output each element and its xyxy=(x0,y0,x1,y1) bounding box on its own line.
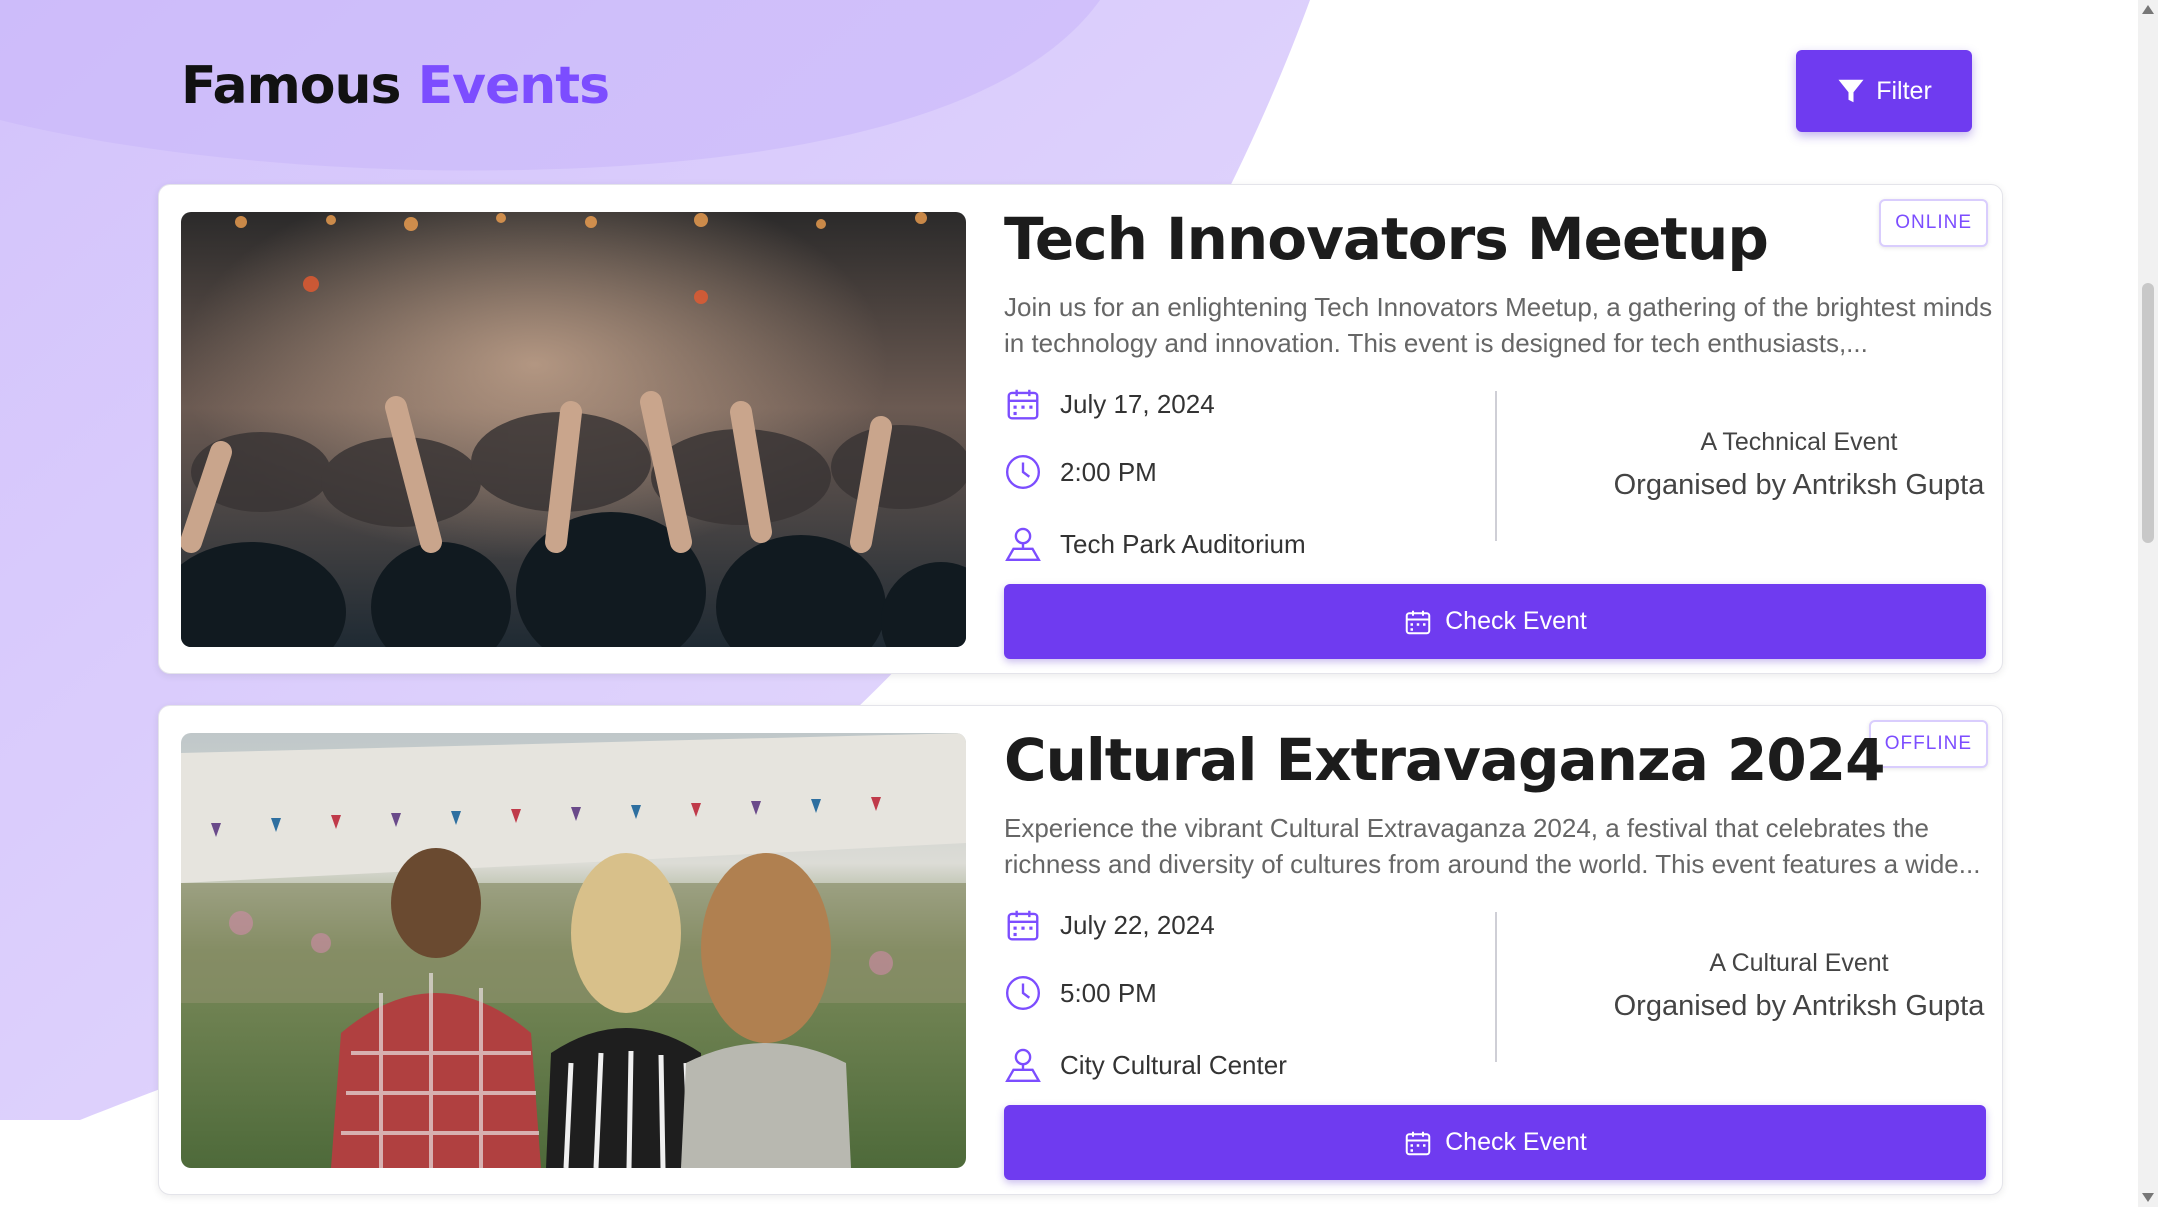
clock-icon xyxy=(1004,974,1042,1012)
location-pin-icon xyxy=(1004,525,1042,563)
filter-button-label: Filter xyxy=(1876,76,1932,105)
check-event-button[interactable]: Check Event xyxy=(1004,584,1986,659)
scrollbar-thumb[interactable] xyxy=(2142,283,2154,543)
filter-icon xyxy=(1838,79,1864,103)
event-venue: City Cultural Center xyxy=(1060,1049,1287,1080)
event-time-row: 2:00 PM xyxy=(1004,453,1157,491)
event-organiser: Organised by Antriksh Gupta xyxy=(1613,990,1985,1022)
event-image-festival[interactable] xyxy=(181,733,966,1168)
scroll-down-arrow-icon[interactable] xyxy=(2142,1193,2154,1202)
event-card: ONLINE Tech Innovators Meetup Join us fo… xyxy=(158,184,2003,674)
page-title-accent: Events xyxy=(417,56,611,116)
festival-crowd-photo xyxy=(181,733,966,1168)
filter-button[interactable]: Filter xyxy=(1796,50,1972,132)
event-image-concert[interactable] xyxy=(181,212,966,647)
event-venue-row: City Cultural Center xyxy=(1004,1046,1287,1084)
vertical-scrollbar[interactable] xyxy=(2138,0,2158,1207)
check-event-button[interactable]: Check Event xyxy=(1004,1105,1986,1180)
event-card: OFFLINE Cultural Extravaganza 2024 Exper… xyxy=(158,705,2003,1195)
check-event-label: Check Event xyxy=(1445,1128,1587,1156)
event-time-row: 5:00 PM xyxy=(1004,974,1157,1012)
event-date: July 17, 2024 xyxy=(1060,388,1215,419)
event-date-row: July 22, 2024 xyxy=(1004,906,1215,944)
location-pin-icon xyxy=(1004,1046,1042,1084)
event-description: Experience the vibrant Cultural Extravag… xyxy=(1004,813,1981,879)
event-title[interactable]: Cultural Extravaganza 2024 xyxy=(1004,726,1885,794)
event-description: Join us for an enlightening Tech Innovat… xyxy=(1004,292,1993,358)
scroll-up-arrow-icon[interactable] xyxy=(2142,5,2154,14)
check-event-label: Check Event xyxy=(1445,607,1587,635)
clock-icon xyxy=(1004,453,1042,491)
event-date: July 22, 2024 xyxy=(1060,909,1215,940)
event-venue-row: Tech Park Auditorium xyxy=(1004,525,1306,563)
event-venue: Tech Park Auditorium xyxy=(1060,528,1306,559)
info-divider xyxy=(1495,912,1497,1062)
event-title[interactable]: Tech Innovators Meetup xyxy=(1004,205,1769,273)
info-divider xyxy=(1495,391,1497,541)
event-mode-badge: OFFLINE xyxy=(1868,720,1988,768)
calendar-icon xyxy=(1405,1131,1431,1155)
concert-crowd-photo xyxy=(181,212,966,647)
calendar-icon xyxy=(1405,610,1431,634)
event-organiser: Organised by Antriksh Gupta xyxy=(1613,469,1985,501)
event-time: 2:00 PM xyxy=(1060,456,1157,487)
calendar-icon xyxy=(1004,385,1042,423)
event-type: A Technical Event xyxy=(1700,428,1898,456)
events-page: Famous Events Filter ONLINE Tech Innovat… xyxy=(0,0,2138,1207)
calendar-icon xyxy=(1004,906,1042,944)
page-title-main: Famous xyxy=(181,56,401,116)
page-title: Famous Events xyxy=(181,56,611,116)
event-date-row: July 17, 2024 xyxy=(1004,385,1215,423)
event-mode-badge: ONLINE xyxy=(1879,199,1988,247)
event-time: 5:00 PM xyxy=(1060,977,1157,1008)
event-type: A Cultural Event xyxy=(1709,949,1889,977)
